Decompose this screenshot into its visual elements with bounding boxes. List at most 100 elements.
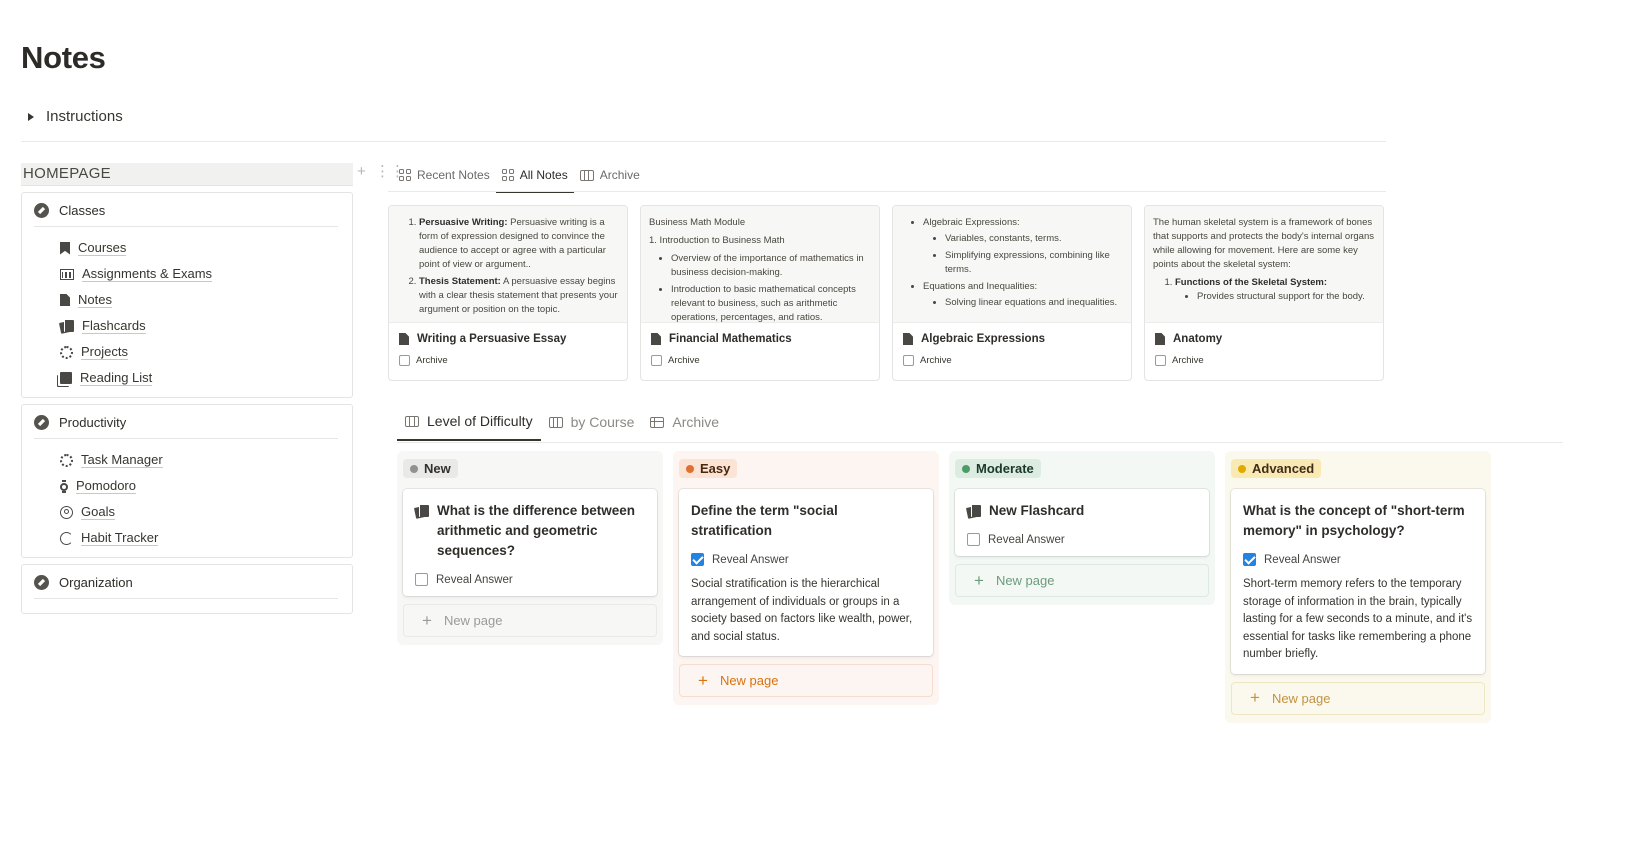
instructions-label: Instructions [46,108,123,125]
flashcards-icon [60,319,74,333]
notes-gallery: Persuasive Writing: Persuasive writing i… [388,205,1384,381]
note-card[interactable]: Business Math Module 1. Introduction to … [640,205,880,381]
reveal-answer-label: Reveal Answer [988,533,1065,546]
flashcard-title: What is the difference between arithmeti… [437,503,636,558]
flashcard[interactable]: Define the term "social stratification R… [679,489,933,656]
sidebar-item-notes[interactable]: Notes [34,287,340,313]
sidebar-section-header: Classes [34,203,338,227]
flashcard[interactable]: What is the concept of "short-term memor… [1231,489,1485,674]
note-preview: Persuasive Writing: Persuasive writing i… [389,206,627,323]
archive-checkbox[interactable] [1155,355,1166,366]
tab-label: Level of Difficulty [427,413,533,429]
archive-checkbox[interactable] [903,355,914,366]
reveal-answer-label: Reveal Answer [712,553,789,566]
sidebar-item-goals[interactable]: Goals [34,499,340,525]
plus-icon[interactable]: + [357,164,369,179]
board-column-new: New What is the difference between arith… [397,451,663,645]
tab-archive[interactable]: Archive [574,165,646,191]
sidebar-item-courses[interactable]: Courses [34,235,340,261]
document-icon [651,333,661,345]
sidebar-item-label: Projects [81,344,128,360]
sidebar-item-habit-tracker[interactable]: Habit Tracker [34,525,340,551]
archive-label: Archive [1172,355,1204,366]
flashcard[interactable]: What is the difference between arithmeti… [403,489,657,596]
drag-handle-icon[interactable]: ⋮⋮ [375,164,405,179]
note-card[interactable]: Algebraic Expressions: Variables, consta… [892,205,1132,381]
page-title: Notes [21,40,106,75]
new-page-button[interactable]: + New page [403,604,657,637]
triangle-right-icon[interactable] [28,112,34,121]
sidebar-section-classes: Classes Courses Assignments & Exams Note… [21,192,353,398]
note-title: Financial Mathematics [669,333,792,345]
reveal-answer-label: Reveal Answer [436,573,513,586]
document-icon [60,294,70,306]
note-title: Writing a Persuasive Essay [417,333,567,345]
section-label: Classes [59,203,106,218]
sidebar-item-task-manager[interactable]: Task Manager [34,447,340,473]
atom-icon [60,345,73,359]
sidebar-item-label: Habit Tracker [81,530,159,546]
reveal-answer-checkbox[interactable] [967,533,980,546]
status-badge: Moderate [955,459,1041,478]
sidebar-item-label: Task Manager [81,452,163,468]
status-dot [962,464,970,473]
tab-label: Archive [599,168,640,182]
gallery-icon [399,169,411,181]
tab-all-notes[interactable]: All Notes [495,165,574,193]
flashcard-title: What is the concept of "short-term memor… [1243,503,1465,538]
new-page-button[interactable]: + New page [679,664,933,697]
status-dot [686,464,694,473]
plus-icon: + [1250,688,1260,707]
document-icon [1155,333,1165,345]
sidebar-item-reading-list[interactable]: Reading List [34,365,340,391]
tab-by-course[interactable]: by Course [541,410,643,441]
sidebar-item-label: Pomodoro [76,478,136,494]
board-column-moderate: Moderate New Flashcard Reveal Answer + N… [949,451,1215,605]
sidebar-section-header: Productivity [34,415,338,439]
sidebar-item-label: Goals [81,504,115,520]
flashcard-view-tabs: Level of Difficulty by Course Archive [397,410,727,441]
note-preview: Algebraic Expressions: Variables, consta… [893,206,1131,323]
archive-label: Archive [668,355,700,366]
plus-icon: + [974,570,984,590]
section-label: Organization [59,575,133,590]
note-card[interactable]: Persuasive Writing: Persuasive writing i… [388,205,628,381]
target-icon [60,505,73,519]
flashcard[interactable]: New Flashcard Reveal Answer [955,489,1209,556]
instructions-toggle[interactable]: Instructions [22,108,123,125]
plus-icon: + [422,610,432,630]
bookmark-icon [60,241,70,255]
sidebar-section-productivity: Productivity Task Manager Pomodoro Goals… [21,404,353,558]
reveal-answer-checkbox[interactable] [691,553,704,566]
status-badge: New [403,459,458,478]
status-dot [410,464,418,473]
archive-checkbox[interactable] [651,355,662,366]
calendar-icon [60,268,74,280]
reveal-answer-checkbox[interactable] [1243,553,1256,566]
document-icon [399,333,409,345]
sidebar-item-flashcards[interactable]: Flashcards [34,313,340,339]
flashcard-title: New Flashcard [989,503,1085,518]
tab-level-of-difficulty[interactable]: Level of Difficulty [397,410,541,441]
flashcard-title: Define the term "social stratification [691,503,838,538]
reveal-answer-checkbox[interactable] [415,573,428,586]
gallery-icon [501,169,514,181]
note-card[interactable]: The human skeletal system is a framework… [1144,205,1384,381]
archive-checkbox[interactable] [399,355,410,366]
archive-label: Archive [920,355,952,366]
new-page-button[interactable]: + New page [955,564,1209,597]
table-icon [650,416,665,428]
sidebar-section-header: Organization [34,575,338,599]
status-dot [1238,464,1246,473]
sidebar-item-label: Courses [78,240,127,256]
compass-icon [34,203,49,218]
plus-icon: + [698,670,708,690]
sidebar-item-pomodoro[interactable]: Pomodoro [34,473,340,499]
tabs-divider [397,442,1563,443]
note-title: Anatomy [1173,333,1223,345]
new-page-button[interactable]: + New page [1231,681,1485,715]
sidebar-item-assignments-exams[interactable]: Assignments & Exams [34,261,340,287]
tab-recent-notes[interactable]: Recent Notes [393,165,496,191]
tab-archive[interactable]: Archive [642,410,727,441]
sidebar-item-projects[interactable]: Projects [34,339,340,365]
